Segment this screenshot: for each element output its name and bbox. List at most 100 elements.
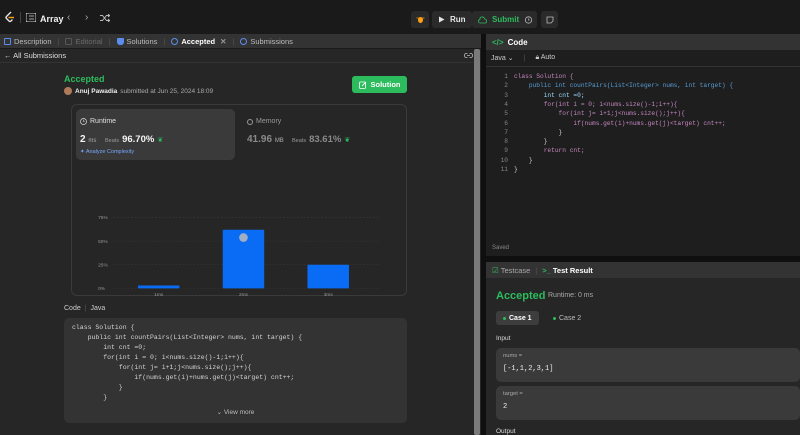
- scrollbar-thumb[interactable]: [474, 49, 480, 435]
- submit-button[interactable]: Submit: [472, 11, 526, 28]
- mode-value: Auto: [540, 54, 556, 61]
- y-tick-label: 75%: [98, 215, 108, 221]
- pass-dot-icon: [553, 316, 556, 320]
- run-label: Run: [450, 15, 466, 24]
- tab-test-result[interactable]: >_ Test Result: [542, 266, 593, 275]
- line-number: 8: [504, 138, 508, 146]
- stats-card: Runtime 2 ms Beats 96.70% ❦ ✦ Analyze Co…: [71, 104, 408, 297]
- tab-submissions[interactable]: Submissions: [240, 37, 293, 46]
- code-line: class Solution {: [72, 324, 135, 331]
- target-input-box[interactable]: target = 2: [496, 386, 800, 420]
- user-avatar-marker: [239, 233, 248, 242]
- nums-value: [-1,1,2,3,1]: [503, 365, 554, 373]
- alarm-clock-icon: [524, 16, 533, 24]
- x-tick-label: 1ms: [154, 292, 164, 297]
- editor-line: for(int j= i+1;j<nums.size();j++){: [514, 110, 685, 118]
- line-number: 4: [504, 100, 508, 108]
- problem-list-title[interactable]: Array: [40, 14, 64, 24]
- target-value: 2: [503, 403, 508, 411]
- avatar[interactable]: [64, 87, 72, 95]
- chart-bar[interactable]: [307, 264, 349, 289]
- test-status: Accepted: [496, 290, 546, 302]
- editor-toolbar: Java ⌄ | 🔒︎ Auto: [486, 50, 800, 67]
- chevron-right-icon[interactable]: ›: [85, 13, 88, 23]
- solution-label: Solution: [370, 80, 401, 89]
- link-icon[interactable]: [464, 52, 473, 59]
- submission-panel: Description | Editorial | Solutions | Ac…: [0, 34, 481, 435]
- y-tick-label: 25%: [98, 262, 108, 268]
- chart-bar[interactable]: [137, 285, 180, 289]
- tab-solutions[interactable]: Solutions: [116, 37, 157, 46]
- test-runtime: Runtime: 0 ms: [548, 292, 594, 299]
- problem-list-icon[interactable]: [26, 13, 36, 22]
- tab-label: Description: [14, 36, 52, 46]
- testcase-label: Testcase: [500, 265, 531, 275]
- case-2-tab[interactable]: Case 2: [546, 311, 588, 325]
- back-to-submissions-link[interactable]: ← All Submissions: [4, 51, 66, 60]
- editor-line: }: [514, 138, 548, 146]
- editor-line: }: [514, 166, 518, 173]
- code-lines: class Solution { public int countPairs(L…: [72, 324, 399, 404]
- submission-status: Accepted: [64, 74, 105, 84]
- code-line: }: [72, 394, 108, 401]
- history-icon: [171, 37, 179, 45]
- tab-label: Accepted: [181, 36, 216, 46]
- test-result-panel: ☑ Testcase | >_ Test Result Accepted Run…: [486, 262, 800, 435]
- code-label: Code: [64, 305, 81, 312]
- tab-testcase[interactable]: ☑ Testcase: [492, 266, 530, 275]
- case-label: Case 1: [509, 314, 532, 322]
- case-label: Case 2: [559, 314, 582, 322]
- code-line: int cnt =0;: [72, 344, 147, 351]
- play-icon: [439, 16, 445, 23]
- submitter-info: Anuj Pawadia submitted at Jun 25, 2024 1…: [64, 87, 213, 95]
- editor-line: if(nums.get(i)+nums.get(j)<target) cnt++…: [514, 119, 726, 127]
- test-result-label: Test Result: [552, 265, 593, 275]
- target-key: target =: [503, 391, 523, 397]
- submitted-code-block[interactable]: class Solution { public int countPairs(L…: [64, 318, 407, 423]
- chevron-left-icon[interactable]: ‹: [67, 13, 70, 23]
- leetcode-logo-icon[interactable]: [4, 11, 16, 23]
- timer-button[interactable]: [520, 11, 537, 28]
- tab-label: Editorial: [75, 36, 103, 46]
- case-1-tab[interactable]: Case 1: [496, 311, 539, 325]
- solution-button[interactable]: Solution: [352, 76, 407, 93]
- output-heading: Output: [496, 428, 516, 435]
- notes-button[interactable]: [541, 11, 558, 28]
- back-label: All Submissions: [13, 51, 67, 60]
- chevron-down-icon: ⌄: [216, 409, 223, 416]
- code-line: }: [72, 384, 123, 391]
- view-more-button[interactable]: ⌄ View more: [64, 408, 407, 416]
- language-select[interactable]: Java ⌄: [491, 54, 514, 62]
- document-icon: [4, 37, 11, 45]
- username[interactable]: Anuj Pawadia: [75, 88, 117, 95]
- editor-line: public int countPairs(List<Integer> nums…: [514, 82, 734, 90]
- tab-label: Submissions: [250, 36, 293, 46]
- tab-description[interactable]: Description: [4, 37, 52, 46]
- editor-line: }: [514, 156, 533, 164]
- y-tick-label: 0%: [98, 286, 106, 292]
- nums-input-box[interactable]: nums = [-1,1,2,3,1]: [496, 348, 800, 382]
- shuffle-icon[interactable]: [100, 14, 110, 22]
- tab-editorial[interactable]: Editorial: [65, 36, 103, 46]
- lang-label: Java: [90, 305, 106, 312]
- close-tab-icon[interactable]: ✕: [220, 37, 226, 46]
- arrow-left-icon: ←: [4, 51, 12, 60]
- debug-button[interactable]: [411, 11, 429, 28]
- chevron-down-icon: ⌄: [507, 55, 514, 62]
- bug-icon: [416, 17, 424, 23]
- auto-mode-toggle[interactable]: 🔒︎ Auto: [535, 54, 555, 62]
- test-panel-tabs: ☑ Testcase | >_ Test Result: [486, 262, 800, 278]
- runtime-distribution-chart[interactable]: 75%50%25%0%1ms2ms3ms1ms2ms5ms: [72, 105, 408, 297]
- input-heading: Input: [496, 335, 511, 342]
- line-number: 1: [504, 73, 508, 80]
- cloud-upload-icon: [478, 16, 487, 23]
- run-button[interactable]: Run: [432, 11, 472, 28]
- code-line: if(nums.get(i)+nums.get(j)<target) cnt++…: [72, 374, 295, 381]
- edit-icon: [358, 81, 366, 89]
- left-tabs: Description | Editorial | Solutions | Ac…: [0, 34, 481, 49]
- code-line: public int countPairs(List<Integer> nums…: [72, 334, 303, 341]
- editor-line: int cnt =0;: [514, 91, 585, 99]
- terminal-icon: >_: [542, 265, 551, 275]
- tab-accepted[interactable]: Accepted ✕: [171, 37, 226, 46]
- code-editor-panel: </> Code Java ⌄ | 🔒︎ Auto 1 class Solutio…: [486, 34, 800, 256]
